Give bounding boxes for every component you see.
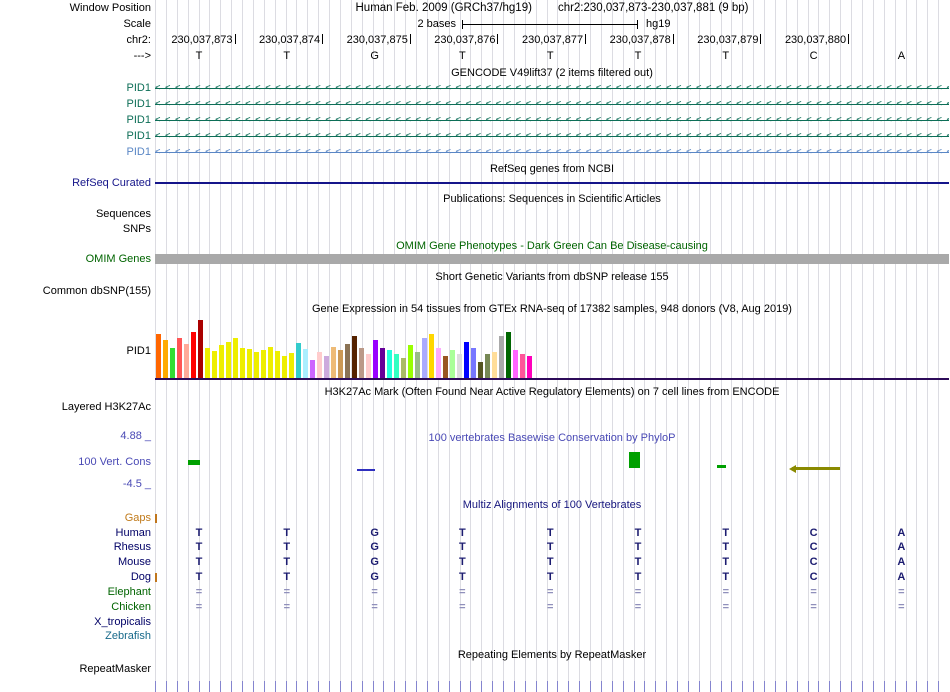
- alignment-cell: =: [546, 586, 554, 598]
- alignment-cell: =: [810, 586, 817, 598]
- alignment-cell: =: [634, 586, 642, 598]
- alignment-cell: T: [546, 527, 554, 539]
- multiz-row-label-mouse[interactable]: Mouse: [0, 556, 152, 569]
- alignment-cell: T: [634, 541, 642, 553]
- alignment-cell: G: [370, 571, 379, 583]
- multiz-row-label-x_tropicalis[interactable]: X_tropicalis: [0, 616, 152, 629]
- repeats-title: Repeating Elements by RepeatMasker: [457, 649, 647, 661]
- multiz-row-mouse[interactable]: TTGTTTTCA: [155, 556, 949, 569]
- alignment-cell: T: [195, 571, 203, 583]
- alignment-cell: =: [634, 601, 642, 613]
- alignment-cell: T: [634, 527, 642, 539]
- multiz-row-elephant[interactable]: = = = = = = = = =: [155, 586, 949, 599]
- alignment-cell: G: [370, 541, 379, 553]
- multiz-row-x_tropicalis[interactable]: [155, 616, 949, 629]
- multiz-row-chicken[interactable]: = = = = = = = = =: [155, 601, 949, 614]
- alignment-cell: G: [370, 556, 379, 568]
- multiz-row-label-zebrafish[interactable]: Zebrafish: [0, 630, 152, 643]
- gencode-transcript-label[interactable]: PID1: [0, 98, 152, 111]
- alignment-cell: =: [898, 601, 905, 613]
- alignment-cell: T: [634, 556, 642, 568]
- gencode-transcript-label[interactable]: PID1: [0, 130, 152, 143]
- multiz-row-human[interactable]: TTGTTTTCA: [155, 527, 949, 540]
- alignment-cell: T: [722, 541, 730, 553]
- alignment-cell: C: [809, 571, 818, 583]
- alignment-cell: T: [195, 527, 203, 539]
- alignment-cell: T: [195, 541, 203, 553]
- multiz-row-gaps[interactable]: [155, 512, 949, 525]
- alignment-cell: C: [809, 556, 818, 568]
- alignment-cell: =: [722, 601, 730, 613]
- multiz-row-label-chicken[interactable]: Chicken: [0, 601, 152, 614]
- alignment-cell: C: [809, 527, 818, 539]
- alignment-cell: T: [195, 556, 203, 568]
- alignment-cell: G: [370, 527, 379, 539]
- alignment-cell: T: [722, 556, 730, 568]
- insert-tick: [155, 573, 157, 582]
- alignment-cell: =: [371, 601, 378, 613]
- alignment-cell: T: [283, 527, 291, 539]
- alignment-cell: A: [897, 571, 906, 583]
- alignment-cell: =: [195, 601, 203, 613]
- multiz-row-zebrafish[interactable]: [155, 630, 949, 643]
- multiz-row-label-human[interactable]: Human: [0, 527, 152, 540]
- alignment-cell: =: [459, 601, 466, 613]
- alignment-cell: =: [810, 601, 817, 613]
- multiz-row-label-elephant[interactable]: Elephant: [0, 586, 152, 599]
- alignment-cell: A: [897, 556, 906, 568]
- gencode-transcript-label[interactable]: PID1: [0, 82, 152, 95]
- alignment-cell: T: [459, 571, 466, 583]
- alignment-cell: =: [898, 586, 905, 598]
- multiz-row-dog[interactable]: TTGTTTTCA: [155, 571, 949, 584]
- multiz-row-label-rhesus[interactable]: Rhesus: [0, 541, 152, 554]
- alignment-cell: T: [722, 571, 730, 583]
- alignment-cell: A: [897, 527, 906, 539]
- alignment-cell: T: [546, 541, 554, 553]
- multiz-row-label-gaps[interactable]: Gaps: [0, 512, 152, 525]
- alignment-cell: T: [634, 571, 642, 583]
- alignment-cell: T: [283, 541, 291, 553]
- insert-tick: [155, 514, 157, 523]
- alignment-cell: =: [195, 586, 203, 598]
- alignment-cell: T: [459, 541, 466, 553]
- alignment-cell: =: [722, 586, 730, 598]
- alignment-cell: =: [283, 601, 291, 613]
- alignment-cell: T: [722, 527, 730, 539]
- label-repeatmasker[interactable]: RepeatMasker: [0, 663, 152, 676]
- alignment-cell: T: [459, 556, 466, 568]
- alignment-cell: =: [459, 586, 466, 598]
- alignment-cell: T: [459, 527, 466, 539]
- multiz-row-rhesus[interactable]: TTGTTTTCA: [155, 541, 949, 554]
- alignment-cell: =: [283, 586, 291, 598]
- alignment-cell: =: [546, 601, 554, 613]
- gencode-transcript-label[interactable]: PID1: [0, 146, 152, 159]
- alignment-cell: C: [809, 541, 818, 553]
- alignment-cell: T: [546, 556, 554, 568]
- alignment-cell: T: [283, 556, 291, 568]
- alignment-cell: A: [897, 541, 906, 553]
- genome-browser-tracks-image: Window Position Human Feb. 2009 (GRCh37/…: [0, 0, 950, 692]
- alignment-cell: T: [283, 571, 291, 583]
- alignment-cell: T: [546, 571, 554, 583]
- gencode-transcript-label[interactable]: PID1: [0, 114, 152, 127]
- alignment-cell: =: [371, 586, 378, 598]
- multiz-row-label-dog[interactable]: Dog: [0, 571, 152, 584]
